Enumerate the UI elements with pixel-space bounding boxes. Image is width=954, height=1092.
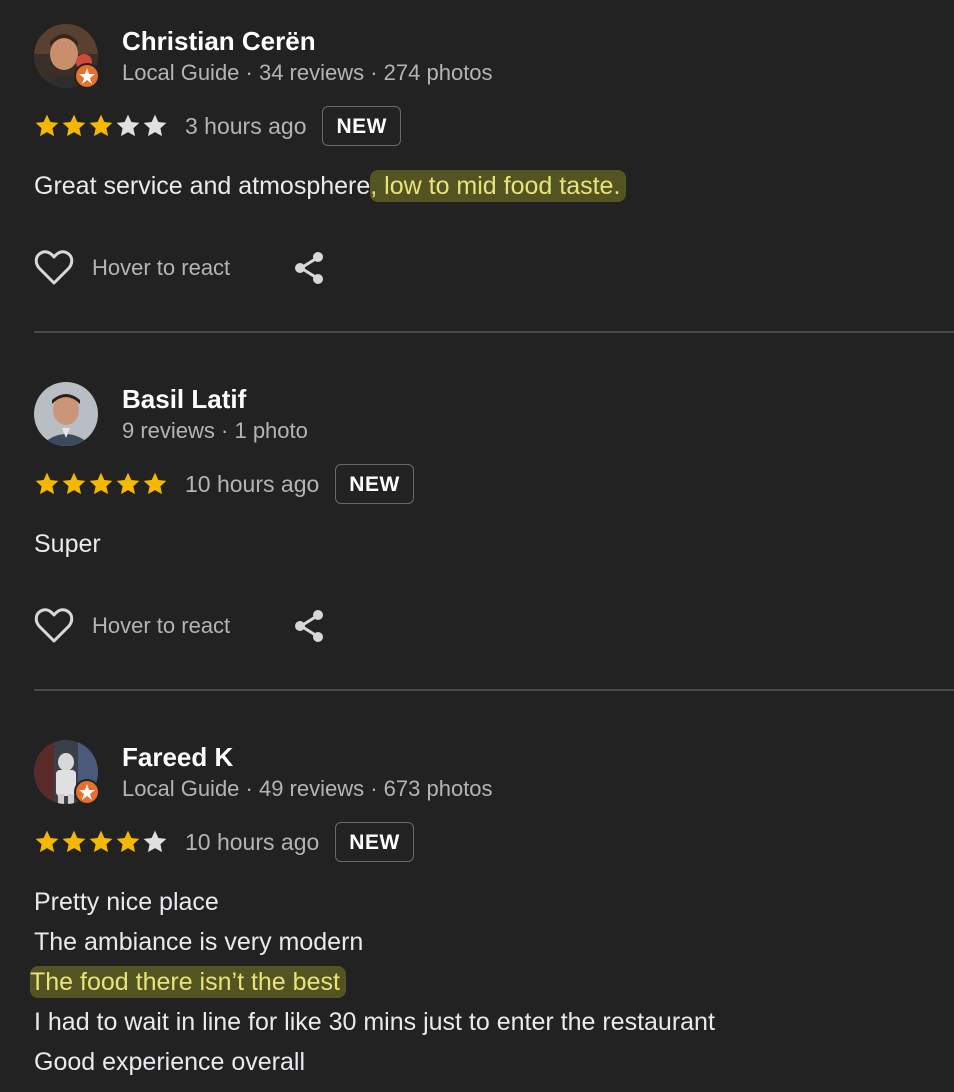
rating-row: 3 hours ago NEW	[34, 106, 401, 146]
reviewer-meta[interactable]: Local Guide · 49 reviews · 673 photos	[122, 776, 493, 802]
review-text-highlight: , low to mid food taste.	[370, 170, 627, 202]
star-rating	[34, 471, 169, 497]
reviewer-name[interactable]: Basil Latif	[122, 384, 246, 414]
review-text-line: Good experience overall	[34, 1048, 305, 1076]
star-filled-icon	[62, 114, 86, 137]
new-badge: NEW	[335, 822, 414, 862]
review-actions: Hover to react	[34, 604, 326, 648]
star-filled-icon	[35, 114, 59, 137]
star-filled-icon	[89, 472, 113, 495]
star-filled-icon	[62, 830, 86, 853]
review-text: Super	[34, 524, 101, 564]
review-text-line: The ambiance is very modern	[34, 928, 364, 956]
react-label[interactable]: Hover to react	[92, 255, 230, 281]
reviewer-meta[interactable]: Local Guide · 34 reviews · 274 photos	[122, 60, 493, 86]
star-empty-icon	[143, 830, 167, 853]
star-rating	[34, 113, 169, 139]
star-filled-icon	[89, 114, 113, 137]
review-time: 10 hours ago	[185, 470, 320, 497]
new-badge: NEW	[335, 464, 414, 504]
avatar[interactable]	[34, 24, 100, 89]
reviewer-name[interactable]: Christian Cerën	[122, 26, 316, 56]
review-text-line: I had to wait in line for like 30 mins j…	[34, 1008, 715, 1036]
rating-row: 10 hours ago NEW	[34, 464, 414, 504]
new-badge: NEW	[322, 106, 401, 146]
react-label[interactable]: Hover to react	[92, 613, 230, 639]
reviewer-name[interactable]: Fareed K	[122, 742, 233, 772]
avatar[interactable]	[34, 382, 98, 446]
avatar[interactable]	[34, 740, 100, 805]
review-actions: Hover to react	[34, 246, 326, 290]
star-empty-icon	[143, 114, 167, 137]
share-icon[interactable]	[292, 609, 326, 643]
heart-icon[interactable]	[34, 249, 74, 287]
review-text-highlight: The food there isn’t the best	[30, 966, 346, 998]
star-filled-icon	[62, 472, 86, 495]
star-filled-icon	[89, 830, 113, 853]
share-icon[interactable]	[292, 251, 326, 285]
star-rating	[34, 829, 169, 855]
reviewer-meta[interactable]: 9 reviews · 1 photo	[122, 418, 308, 444]
rating-row: 10 hours ago NEW	[34, 822, 414, 862]
star-empty-icon	[116, 114, 140, 137]
review-text: Great service and atmosphere, low to mid…	[34, 166, 627, 206]
review-time: 3 hours ago	[185, 112, 307, 139]
star-filled-icon	[35, 472, 59, 495]
star-filled-icon	[116, 830, 140, 853]
heart-icon[interactable]	[34, 607, 74, 645]
divider	[34, 689, 954, 691]
review-text-plain: Super	[34, 530, 101, 558]
star-filled-icon	[143, 472, 167, 495]
review-text-line: Pretty nice place	[34, 888, 219, 916]
review-text: Pretty nice place The ambiance is very m…	[30, 882, 715, 1082]
star-filled-icon	[116, 472, 140, 495]
review-text-line: The food there isn’t the best	[30, 962, 715, 1002]
star-filled-icon	[35, 830, 59, 853]
review-time: 10 hours ago	[185, 828, 320, 855]
divider	[34, 331, 954, 333]
review-text-plain: Great service and atmosphere	[34, 172, 371, 200]
